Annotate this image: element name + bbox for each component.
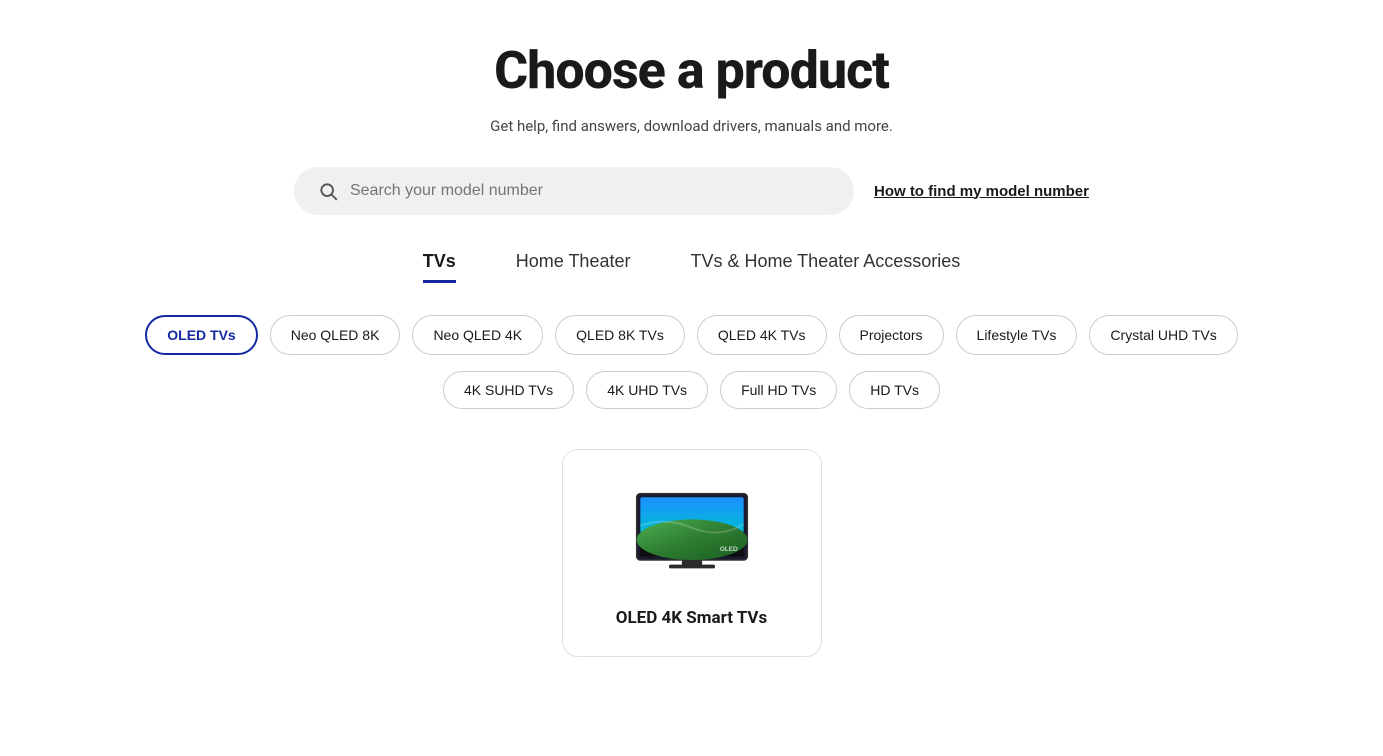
page-title: Choose a product xyxy=(494,40,889,101)
tab-accessories[interactable]: TVs & Home Theater Accessories xyxy=(690,251,960,283)
chip-qled-8k-tvs[interactable]: QLED 8K TVs xyxy=(555,315,685,355)
search-input[interactable] xyxy=(350,182,830,200)
chip-neo-qled-4k[interactable]: Neo QLED 4K xyxy=(412,315,543,355)
product-label: OLED 4K Smart TVs xyxy=(616,608,768,628)
chip-lifestyle-tvs[interactable]: Lifestyle TVs xyxy=(956,315,1078,355)
tabs-row: TVs Home Theater TVs & Home Theater Acce… xyxy=(423,251,961,283)
svg-text:OLED: OLED xyxy=(719,545,737,552)
tab-tvs[interactable]: TVs xyxy=(423,251,456,283)
chip-full-hd-tvs[interactable]: Full HD TVs xyxy=(720,371,837,409)
tv-svg: OLED xyxy=(632,488,752,573)
chip-hd-tvs[interactable]: HD TVs xyxy=(849,371,940,409)
model-number-link[interactable]: How to find my model number xyxy=(874,183,1089,200)
chip-crystal-uhd-tvs[interactable]: Crystal UHD TVs xyxy=(1089,315,1237,355)
chip-4k-uhd-tvs[interactable]: 4K UHD TVs xyxy=(586,371,708,409)
chips-row-2: 4K SUHD TVs 4K UHD TVs Full HD TVs HD TV… xyxy=(443,371,940,409)
chip-4k-suhd-tvs[interactable]: 4K SUHD TVs xyxy=(443,371,574,409)
chip-projectors[interactable]: Projectors xyxy=(839,315,944,355)
chip-neo-qled-8k[interactable]: Neo QLED 8K xyxy=(270,315,401,355)
page-subtitle: Get help, find answers, download drivers… xyxy=(490,117,893,135)
chip-qled-4k-tvs[interactable]: QLED 4K TVs xyxy=(697,315,827,355)
tab-home-theater[interactable]: Home Theater xyxy=(516,251,631,283)
chip-oled-tvs[interactable]: OLED TVs xyxy=(145,315,257,355)
product-image: OLED xyxy=(627,480,757,580)
search-row: How to find my model number xyxy=(242,167,1142,215)
product-card-oled-4k[interactable]: OLED OLED 4K Smart TVs xyxy=(562,449,822,657)
search-icon xyxy=(318,181,338,201)
chips-row-1: OLED TVs Neo QLED 8K Neo QLED 4K QLED 8K… xyxy=(145,315,1237,355)
search-box xyxy=(294,167,854,215)
